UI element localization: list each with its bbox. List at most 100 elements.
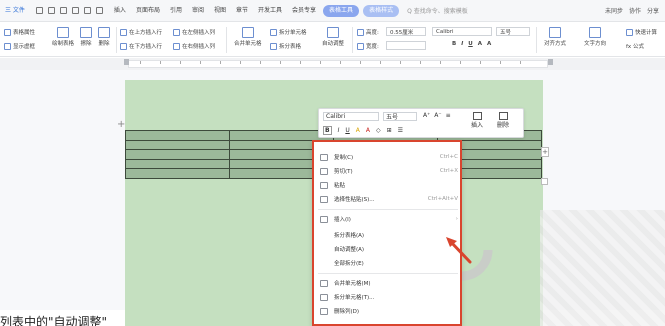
split-cells-button[interactable]: 拆分单元格 <box>270 28 307 36</box>
float-font-select[interactable]: Calibri <box>323 112 379 121</box>
float-align-icon[interactable]: ☰ <box>398 127 403 134</box>
tab-table-style[interactable]: 表格样式 <box>363 4 400 17</box>
float-italic-button[interactable]: I <box>338 127 340 134</box>
float-shading-icon[interactable]: ◇ <box>376 127 381 134</box>
share-button[interactable]: 分享 <box>647 6 659 15</box>
ribbon-separator <box>536 27 537 53</box>
ribbon-separator <box>226 27 227 53</box>
split-table-button[interactable]: 拆分表格 <box>270 42 301 50</box>
float-underline-button[interactable]: U <box>345 127 349 134</box>
menu-bar: 三 文件 插入 页面布局 引用 审阅 视图 章节 开发工具 会员专享 表格工具 … <box>0 0 665 22</box>
row-height-input[interactable]: 0.55厘米 <box>386 27 426 36</box>
menu-item-distribute-rows[interactable]: 拆分表格(A) <box>320 229 458 241</box>
sync-status[interactable]: 未同步 <box>605 6 623 15</box>
menu-divider <box>318 273 458 274</box>
bold-button[interactable]: B <box>452 41 456 47</box>
italic-button[interactable]: I <box>461 41 463 47</box>
table-properties-button[interactable]: 表格属性 <box>4 28 35 36</box>
menu-item-paste-special[interactable]: 选择性粘贴(S)... Ctrl+Alt+V <box>320 193 458 205</box>
tab-references[interactable]: 引用 <box>165 0 187 22</box>
formula-button[interactable]: fx 公式 <box>626 42 644 50</box>
delete-button[interactable]: 删除 <box>98 27 110 47</box>
menu-item-split-all[interactable]: 全部拆分(E) <box>320 257 458 269</box>
new-document-icon[interactable] <box>35 7 43 14</box>
menu-item-insert[interactable]: 插入(I) › <box>320 213 458 225</box>
collaborate-button[interactable]: 协作 <box>629 6 641 15</box>
print-preview-icon[interactable] <box>71 7 79 14</box>
auto-fit-icon <box>327 27 339 38</box>
file-menu[interactable]: 三 文件 <box>0 0 30 22</box>
tab-view[interactable]: 视图 <box>209 0 231 22</box>
float-delete-button[interactable]: 删除 <box>497 112 509 129</box>
tab-insert[interactable]: 插入 <box>109 0 131 22</box>
search-commands[interactable]: Q 查找命令、搜索模板 <box>401 6 474 15</box>
alignment-button[interactable]: 对齐方式 <box>544 27 566 47</box>
table-cell[interactable] <box>125 168 230 179</box>
grow-font-button[interactable]: A⁺ <box>423 112 430 119</box>
table-cell[interactable] <box>125 149 230 160</box>
text-direction-icon <box>589 27 601 38</box>
ruler-tick <box>500 61 501 64</box>
insert-col-right-button[interactable]: 在右侧插入列 <box>173 42 215 50</box>
menubar-right: 未同步 协作 分享 <box>605 6 665 15</box>
insert-icon <box>320 215 328 223</box>
redo-icon[interactable] <box>95 7 103 14</box>
menu-item-paste[interactable]: 粘贴 <box>320 179 458 191</box>
float-borders-icon[interactable]: ⊞ <box>387 127 392 134</box>
menu-item-auto-adjust[interactable]: 自动调整(A) <box>320 243 458 255</box>
float-highlight-button[interactable]: A <box>356 127 360 134</box>
insert-row-above-button[interactable]: 在上方插入行 <box>120 28 162 36</box>
col-width-input[interactable] <box>386 41 426 50</box>
table-cell[interactable] <box>125 158 230 170</box>
line-spacing-button[interactable]: ≡ <box>446 112 451 119</box>
erase-button[interactable]: 擦除 <box>80 27 92 47</box>
float-size-select[interactable]: 五号 <box>383 112 417 121</box>
table-move-handle-icon[interactable]: + <box>117 119 125 130</box>
float-size-buttons: A⁺ A⁻ ≡ <box>423 112 451 119</box>
save-icon[interactable] <box>47 7 55 14</box>
tab-developer[interactable]: 开发工具 <box>253 0 287 22</box>
ruler-tick <box>440 61 441 64</box>
insert-right-icon <box>173 42 180 50</box>
menu-item-copy[interactable]: 复制(C) Ctrl+C <box>320 151 458 163</box>
tab-member[interactable]: 会员专享 <box>287 0 321 22</box>
show-gridlines-button[interactable]: 显示虚框 <box>4 42 35 50</box>
table-cell[interactable] <box>125 139 230 151</box>
menu-item-delete-column[interactable]: 删除列(D) <box>320 305 458 317</box>
ruler-tick <box>460 61 461 64</box>
highlight-button[interactable]: A <box>487 41 491 47</box>
left-indent-marker[interactable] <box>124 59 129 65</box>
tab-table-tools[interactable]: 表格工具 <box>323 4 360 17</box>
tab-review[interactable]: 审阅 <box>187 0 209 22</box>
text-direction-button[interactable]: 文字方向 <box>584 27 606 47</box>
shrink-font-button[interactable]: A⁻ <box>434 112 441 119</box>
table-resize-handle[interactable] <box>541 178 548 185</box>
menu-item-split-cells[interactable]: 拆分单元格(T)... <box>320 291 458 303</box>
font-color-button[interactable]: A <box>478 41 482 47</box>
font-size-select[interactable]: 五号 <box>496 27 530 36</box>
add-column-icon[interactable]: + <box>541 147 549 157</box>
ruler-tick <box>160 61 161 64</box>
tab-page-layout[interactable]: 页面布局 <box>131 0 165 22</box>
calculator-icon <box>626 28 633 36</box>
print-icon[interactable] <box>59 7 67 14</box>
insert-col-left-button[interactable]: 在左侧插入列 <box>173 28 215 36</box>
auto-fit-button[interactable]: 自动调整 <box>322 27 344 47</box>
draw-table-button[interactable]: 绘制表格 <box>52 27 74 47</box>
undo-icon[interactable] <box>83 7 91 14</box>
menu-item-cut[interactable]: 剪切(T) Ctrl+X <box>320 165 458 177</box>
menu-item-merge-cells[interactable]: 合并单元格(M) <box>320 277 458 289</box>
quick-calc-button[interactable]: 快速计算 <box>626 28 657 36</box>
insert-row-below-button[interactable]: 在下方插入行 <box>120 42 162 50</box>
ruler-tick <box>520 61 521 64</box>
tab-section[interactable]: 章节 <box>231 0 253 22</box>
float-font-color-button[interactable]: A <box>366 127 370 134</box>
merge-cells-button[interactable]: 合并单元格 <box>234 27 262 47</box>
font-name-select[interactable]: Calibri <box>432 27 492 36</box>
right-indent-marker[interactable] <box>548 59 553 65</box>
float-insert-button[interactable]: 插入 <box>471 112 483 129</box>
table-cell[interactable] <box>125 130 230 141</box>
float-bold-button[interactable]: B <box>323 126 332 135</box>
cut-icon <box>320 167 328 175</box>
underline-button[interactable]: U <box>468 41 472 47</box>
